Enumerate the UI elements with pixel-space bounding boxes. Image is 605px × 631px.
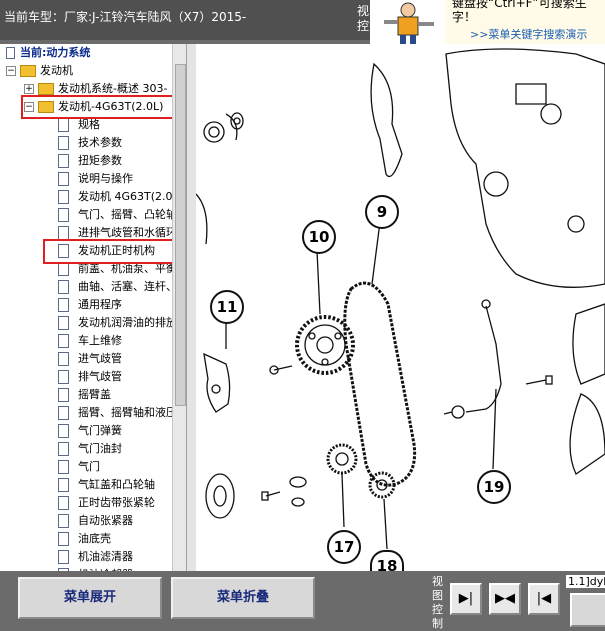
arrow-right-icon: ▶| <box>458 591 474 606</box>
tree-leaf-label: 进气歧管 <box>78 352 122 365</box>
split-icon: ▶◀ <box>495 591 515 606</box>
tree-leaf-label: 摇臂、摇臂轴和液压 <box>78 406 177 419</box>
arrow-left-icon: |◀ <box>536 591 552 606</box>
tree-leaf-label: 技术参数 <box>78 136 122 149</box>
tree-leaf-label: 气门 <box>78 460 100 473</box>
search-demo-link[interactable]: >>菜单关键字搜索演示 <box>470 26 587 42</box>
tree-leaf-label: 扭矩参数 <box>78 154 122 167</box>
callout-10: 10 <box>302 220 336 254</box>
document-icon <box>58 424 69 438</box>
document-icon <box>58 226 69 240</box>
tree-leaf-label: 气缸盖和凸轮轴 <box>78 478 155 491</box>
document-icon <box>58 460 69 474</box>
side-button[interactable] <box>570 593 605 627</box>
tree-leaf-label: 车上维修 <box>78 334 122 347</box>
document-icon <box>58 388 69 402</box>
callout-11: 11 <box>210 290 244 324</box>
document-icon <box>58 406 69 420</box>
document-icon <box>58 154 69 168</box>
menu-expand-button[interactable]: 菜单展开 <box>18 577 162 619</box>
document-icon <box>58 370 69 384</box>
move-left-button[interactable]: |◀ <box>528 583 560 615</box>
current-vehicle-title: 当前车型：厂家:J-江铃汽车陆风（X7）2015- <box>4 10 247 24</box>
expand-icon[interactable]: + <box>24 84 34 94</box>
bottom-toolbar: 菜单展开 菜单折叠 视图控制 ▶| ▶◀ |◀ 1.1]dyb <box>0 571 605 630</box>
document-icon <box>58 352 69 366</box>
callout-19: 19 <box>477 470 511 504</box>
tree-leaf-label: 通用程序 <box>78 298 122 311</box>
document-icon <box>58 532 69 546</box>
timing-diagram <box>196 44 605 571</box>
tree-leaf-label: 发动机 4G63T(2.0 <box>78 190 173 203</box>
search-tip-text: 键盘按“Ctrl+F”可搜索生字！ <box>452 0 587 24</box>
document-icon <box>6 47 15 59</box>
tree-leaf-label: 机油滤清器 <box>78 550 133 563</box>
document-icon <box>58 316 69 330</box>
document-icon <box>58 442 69 456</box>
mechanic-icon <box>384 2 434 44</box>
side-status-text: 1.1]dyb <box>566 575 605 588</box>
tree-leaf-label: 自动张紧器 <box>78 514 133 527</box>
document-icon <box>58 334 69 348</box>
callout-9: 9 <box>365 195 399 229</box>
menu-tree: 当前:动力系统 − 发动机 + 发动机系统-概述 303- − 发动机-4G63… <box>0 44 186 571</box>
tree-leaf-label: 正时齿带张紧轮 <box>78 496 155 509</box>
highlight-timing-item <box>43 239 175 264</box>
search-tip-banner: 键盘按“Ctrl+F”可搜索生字！ >>菜单关键字搜索演示 <box>370 0 605 44</box>
document-icon <box>58 550 69 564</box>
tree-leaf-label: 油底壳 <box>78 532 111 545</box>
document-icon <box>58 172 69 186</box>
menu-collapse-button[interactable]: 菜单折叠 <box>171 577 315 619</box>
tree-scrollbar[interactable] <box>172 44 187 571</box>
scrollbar-thumb[interactable] <box>175 64 186 406</box>
view-control-label: 视控 <box>357 4 370 33</box>
exploded-view-drawing <box>196 48 605 550</box>
center-split-button[interactable]: ▶◀ <box>489 583 521 615</box>
document-icon <box>58 136 69 150</box>
folder-icon <box>20 65 36 77</box>
document-icon <box>58 280 69 294</box>
document-icon <box>58 262 69 276</box>
callout-17: 17 <box>327 530 361 564</box>
tree-leaf-label: 气门、摇臂、凸轮轴 <box>78 208 177 221</box>
tree-root-label: 当前:动力系统 <box>20 46 91 59</box>
tree-leaf-label: 气门油封 <box>78 442 122 455</box>
document-icon <box>58 190 69 204</box>
tree-leaf-label: 发动机润滑油的排放 <box>78 316 177 329</box>
document-icon <box>58 298 69 312</box>
tree-leaf-label: 说明与操作 <box>78 172 133 185</box>
tree-leaf-label: 气门弹簧 <box>78 424 122 437</box>
collapse-icon[interactable]: − <box>6 66 16 76</box>
highlight-engine-model <box>21 95 178 119</box>
mechanic-illustration <box>370 0 445 44</box>
move-right-button[interactable]: ▶| <box>450 583 482 615</box>
document-icon <box>58 478 69 492</box>
tree-node-label: 发动机 <box>40 64 73 77</box>
folder-icon <box>38 83 54 95</box>
document-icon <box>58 118 69 132</box>
document-icon <box>58 496 69 510</box>
tree-leaf-label: 摇臂盖 <box>78 388 111 401</box>
document-icon <box>58 208 69 222</box>
tree-leaf-label: 曲轴、活塞、连杆、 <box>78 280 177 293</box>
tree-leaf-label: 排气歧管 <box>78 370 122 383</box>
document-icon <box>58 514 69 528</box>
